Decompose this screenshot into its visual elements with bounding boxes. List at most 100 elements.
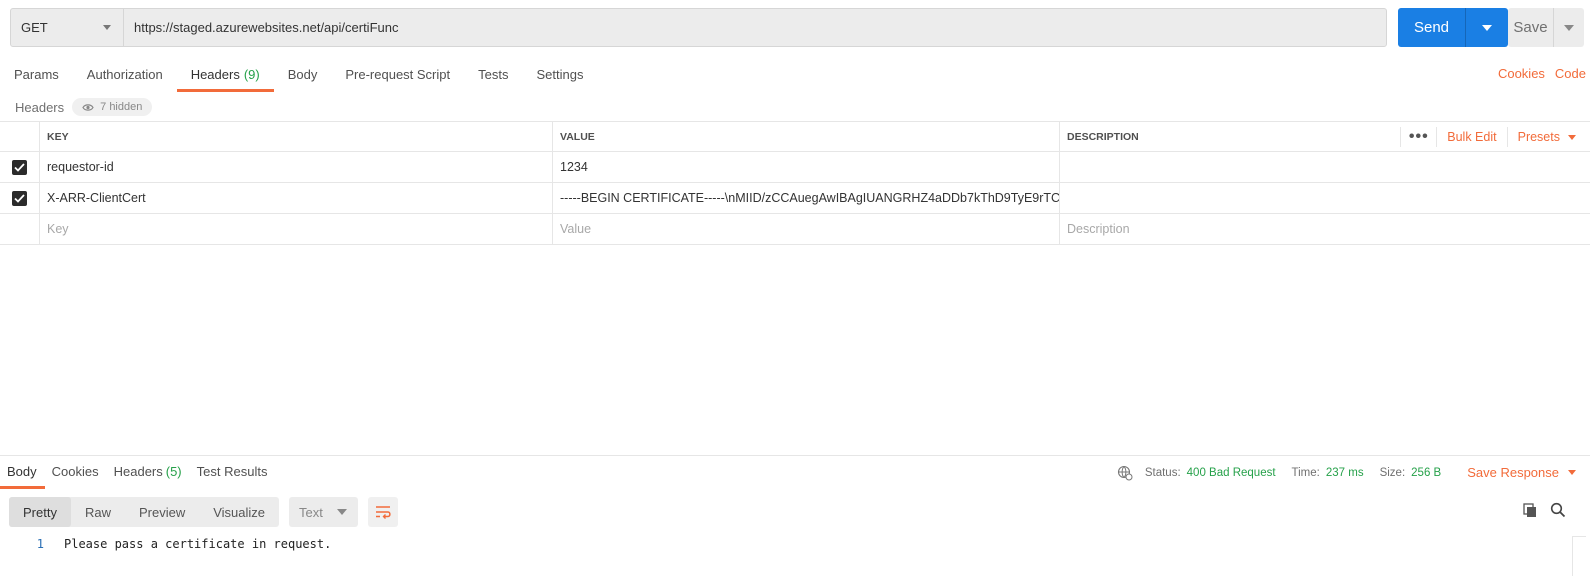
- hidden-count: 7 hidden: [100, 101, 143, 113]
- headers-table: KEY VALUE DESCRIPTION ••• Bulk Edit Pres…: [0, 121, 1590, 245]
- tab-label: Cookies: [51, 464, 99, 479]
- column-description: DESCRIPTION ••• Bulk Edit Presets: [1060, 122, 1590, 151]
- response-tab-headers[interactable]: Headers (5): [107, 456, 190, 489]
- tab-label: Test Results: [196, 464, 268, 479]
- response-toolbar: Pretty Raw Preview Visualize Text: [9, 497, 399, 527]
- tab-label: Tests: [478, 67, 509, 82]
- view-raw[interactable]: Raw: [71, 497, 125, 527]
- format-select[interactable]: Text: [289, 497, 359, 527]
- size-value: 256 B: [1411, 466, 1442, 479]
- response-line: Please pass a certificate in request.: [64, 537, 332, 551]
- response-tabs: Body Cookies Headers (5) Test Results: [0, 456, 275, 489]
- cookies-link[interactable]: Cookies: [1498, 66, 1545, 81]
- request-tabs: Params Authorization Headers (9) Body Pre…: [0, 62, 597, 92]
- code-link[interactable]: Code: [1555, 66, 1586, 81]
- response-meta: Status: 400 Bad Request Time: 237 ms Siz…: [1117, 456, 1590, 489]
- time-label: Time:: [1291, 466, 1320, 479]
- view-visualize[interactable]: Visualize: [199, 497, 279, 527]
- response-tab-body[interactable]: Body: [0, 456, 45, 489]
- headers-section-title: Headers 7 hidden: [15, 98, 153, 116]
- status-label: Status:: [1144, 466, 1181, 479]
- tab-label: Pre-request Script: [345, 67, 451, 82]
- key-cell[interactable]: X-ARR-ClientCert: [40, 183, 553, 213]
- tab-body[interactable]: Body: [274, 62, 332, 92]
- size-label: Size:: [1379, 466, 1406, 479]
- view-mode-switch: Pretty Raw Preview Visualize: [9, 497, 280, 527]
- tab-count: (5): [165, 464, 182, 479]
- presets-label: Presets: [1517, 130, 1560, 144]
- chevron-down-icon: [1568, 134, 1576, 140]
- chevron-down-icon: [103, 25, 111, 30]
- eye-icon: [82, 103, 94, 111]
- chevron-down-icon: [1568, 470, 1576, 475]
- url-text: https://staged.azurewebsites.net/api/cer…: [134, 20, 399, 35]
- check-icon: [14, 193, 25, 203]
- description-cell[interactable]: [1060, 183, 1590, 213]
- request-bar: GET https://staged.azurewebsites.net/api…: [10, 8, 1387, 47]
- chevron-down-icon: [1564, 24, 1574, 31]
- presets-dropdown[interactable]: Presets: [1506, 127, 1590, 147]
- check-icon: [14, 162, 25, 172]
- description-input[interactable]: Description: [1060, 214, 1590, 244]
- value-input[interactable]: Value: [553, 214, 1060, 244]
- search-icon[interactable]: [1550, 502, 1566, 518]
- tab-pre-request-script[interactable]: Pre-request Script: [331, 62, 464, 92]
- tab-label: Body: [287, 67, 318, 82]
- tab-tests[interactable]: Tests: [464, 62, 522, 92]
- description-cell[interactable]: [1060, 152, 1590, 182]
- response-tab-cookies[interactable]: Cookies: [45, 456, 107, 489]
- method-select[interactable]: GET: [11, 9, 124, 46]
- tab-label: Headers: [190, 67, 240, 82]
- format-label: Text: [299, 504, 323, 520]
- row-checkbox-cell: [0, 152, 40, 182]
- globe-icon[interactable]: [1117, 465, 1133, 481]
- chevron-down-icon: [1482, 24, 1492, 31]
- tab-authorization[interactable]: Authorization: [73, 62, 177, 92]
- bulk-edit-button[interactable]: Bulk Edit: [1436, 127, 1506, 147]
- key-input[interactable]: Key: [40, 214, 553, 244]
- column-key: KEY: [40, 122, 553, 151]
- row-checkbox[interactable]: [12, 159, 27, 175]
- table-row-new: Key Value Description: [0, 214, 1590, 245]
- request-links: Cookies Code: [1498, 66, 1586, 81]
- view-pretty[interactable]: Pretty: [9, 497, 71, 527]
- method-label: GET: [21, 20, 48, 35]
- save-options-button[interactable]: [1554, 8, 1584, 47]
- response-tab-test-results[interactable]: Test Results: [190, 456, 276, 489]
- response-header: Body Cookies Headers (5) Test Results Sta…: [0, 455, 1590, 489]
- row-checkbox[interactable]: [12, 190, 27, 206]
- table-header-row: KEY VALUE DESCRIPTION ••• Bulk Edit Pres…: [0, 121, 1590, 152]
- send-button-group: Send: [1398, 8, 1508, 47]
- key-cell[interactable]: requestor-id: [40, 152, 553, 182]
- time-value: 237 ms: [1325, 466, 1364, 479]
- url-input[interactable]: https://staged.azurewebsites.net/api/cer…: [124, 9, 1386, 46]
- tab-params[interactable]: Params: [0, 62, 73, 92]
- hidden-headers-toggle[interactable]: 7 hidden: [72, 98, 153, 116]
- header-checkbox-column: [0, 122, 40, 151]
- wrap-icon: [376, 506, 391, 519]
- value-cell[interactable]: -----BEGIN CERTIFICATE-----\nMIID/zCCAue…: [553, 183, 1060, 213]
- row-checkbox-cell: [0, 183, 40, 213]
- value-cell[interactable]: 1234: [553, 152, 1060, 182]
- table-actions: ••• Bulk Edit Presets: [1400, 122, 1590, 151]
- scrollbar[interactable]: [1572, 536, 1586, 576]
- row-checkbox-cell: [0, 214, 40, 244]
- response-tools: [1522, 502, 1566, 518]
- send-button[interactable]: Send: [1398, 8, 1466, 47]
- more-options-icon[interactable]: •••: [1400, 127, 1436, 147]
- column-description-label: DESCRIPTION: [1067, 130, 1139, 143]
- wrap-lines-button[interactable]: [368, 497, 399, 527]
- tab-count: (9): [243, 67, 260, 82]
- tab-settings[interactable]: Settings: [522, 62, 597, 92]
- chevron-down-icon: [336, 509, 347, 515]
- copy-icon[interactable]: [1522, 502, 1538, 518]
- view-preview[interactable]: Preview: [125, 497, 199, 527]
- tab-label: Body: [7, 464, 37, 479]
- tab-label: Authorization: [86, 67, 163, 82]
- line-number: 1: [36, 537, 44, 551]
- response-body: 1 Please pass a certificate in request.: [0, 537, 332, 551]
- save-response-button[interactable]: Save Response: [1467, 465, 1576, 480]
- tab-headers[interactable]: Headers (9): [176, 62, 274, 92]
- send-options-button[interactable]: [1466, 8, 1508, 47]
- save-button[interactable]: Save: [1508, 8, 1554, 47]
